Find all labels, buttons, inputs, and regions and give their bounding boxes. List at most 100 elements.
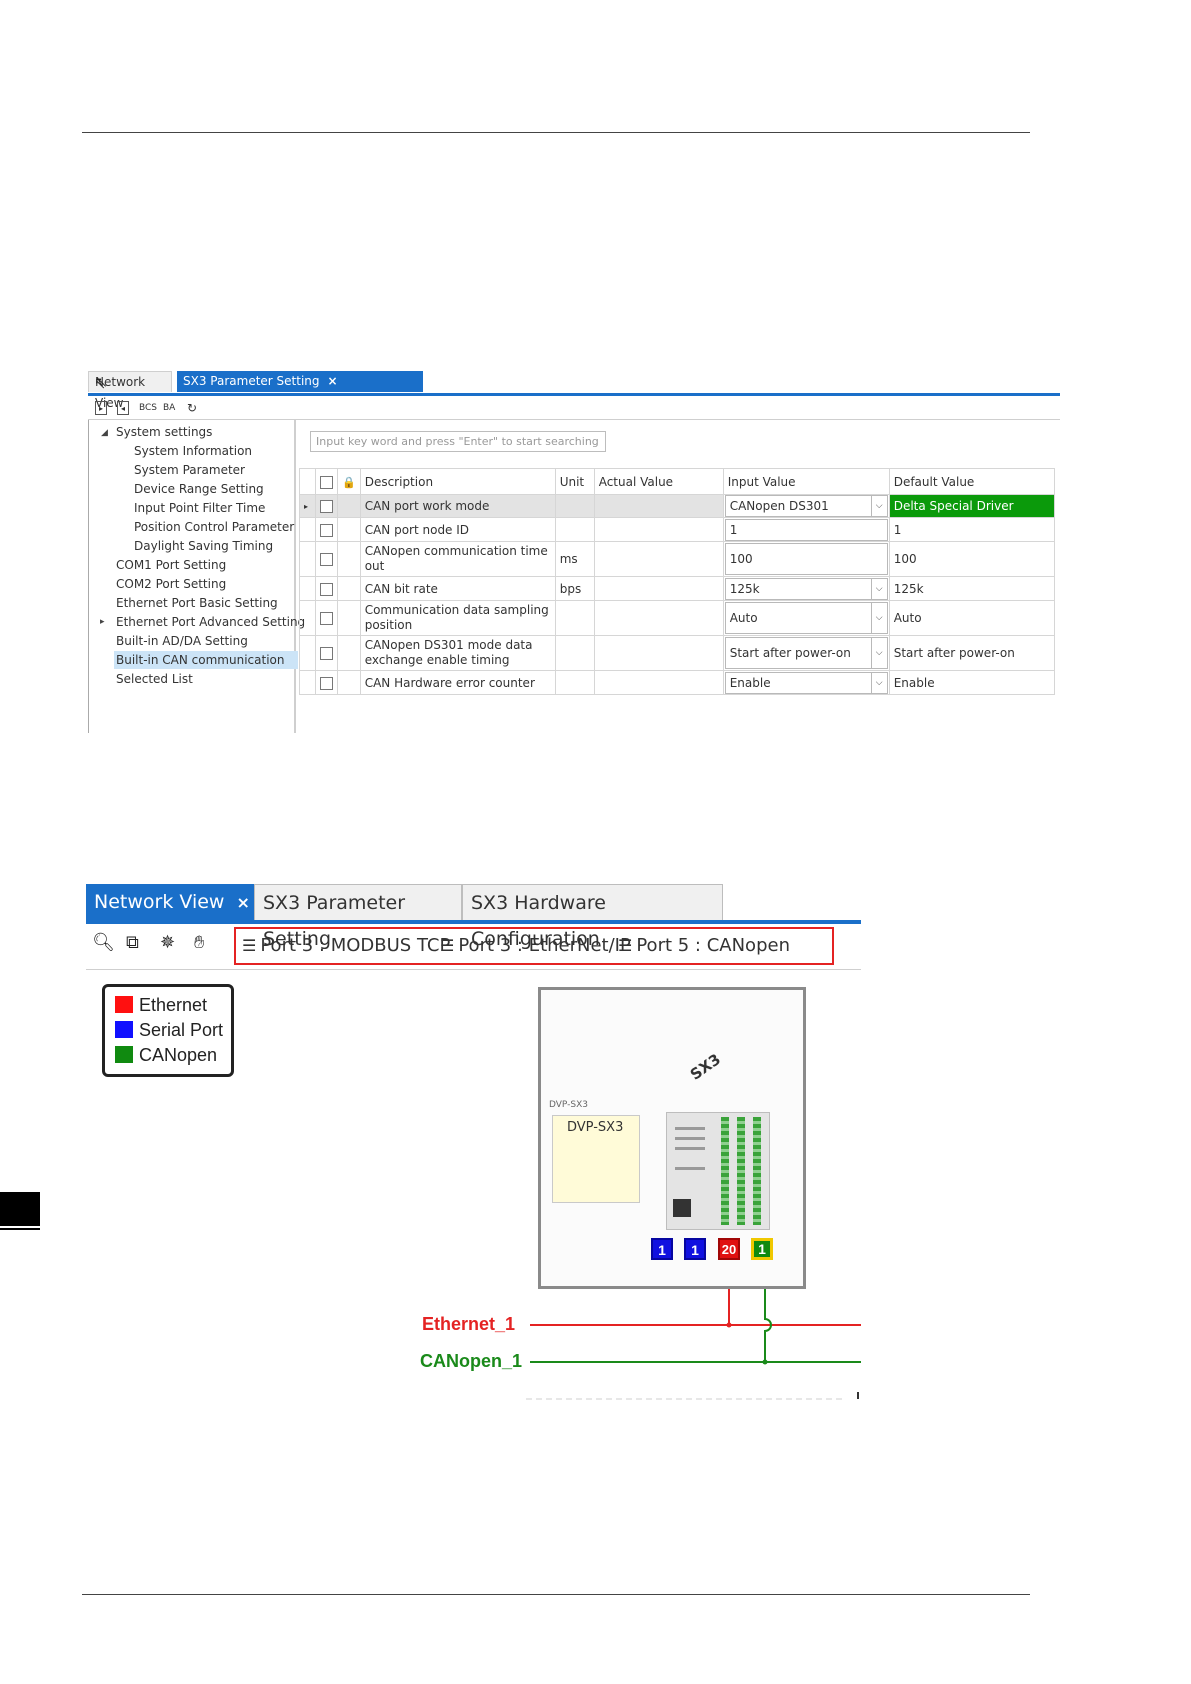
header-rule bbox=[82, 132, 1030, 133]
lock-cell bbox=[337, 670, 361, 695]
input-value-field[interactable]: 100 bbox=[724, 543, 888, 575]
tab-bar: Network View SX3 Parameter Setting × ⇖ bbox=[88, 371, 1060, 410]
parameter-table: 🔒 Description Unit Actual Value Input Va… bbox=[299, 468, 1055, 695]
cell-actual bbox=[593, 494, 724, 518]
input-value-select[interactable]: 125k ⌵ bbox=[724, 577, 888, 600]
tree-node-com1-port-setting[interactable]: COM1 Port Setting bbox=[116, 556, 226, 574]
tree-node-com2-port-setting[interactable]: COM2 Port Setting bbox=[116, 575, 226, 593]
ba-icon[interactable]: BA bbox=[163, 401, 175, 415]
tree-node-ethernet-basic[interactable]: Ethernet Port Basic Setting bbox=[116, 594, 278, 612]
row-selector-icon: ▸ bbox=[299, 494, 316, 518]
tree-node-ethernet-advanced[interactable]: Ethernet Port Advanced Setting bbox=[116, 613, 305, 631]
tree-node-position-control-parameter[interactable]: Position Control Parameter bbox=[134, 518, 294, 536]
table-row[interactable]: CANopen communication time out ms 100 10… bbox=[299, 541, 1055, 577]
page-side-tab-line bbox=[0, 1228, 40, 1230]
cell-actual bbox=[593, 517, 724, 542]
cell-default: Enable bbox=[888, 670, 1055, 695]
cell-description: CAN port work mode bbox=[359, 494, 556, 518]
row-marker bbox=[299, 541, 316, 577]
tree-node-system-information[interactable]: System Information bbox=[134, 442, 252, 460]
network-label-canopen[interactable]: CANopen_1 bbox=[420, 1351, 522, 1372]
table-row[interactable]: ▸ CAN port work mode CANopen DS301 ⌵ Delt… bbox=[299, 494, 1055, 518]
expand-arrow-icon[interactable]: ▸ bbox=[100, 617, 105, 627]
chevron-down-icon[interactable]: ⌵ bbox=[870, 638, 887, 668]
row-checkbox[interactable] bbox=[320, 553, 333, 566]
collapse-arrow-icon[interactable]: ◢ bbox=[101, 428, 108, 438]
lock-cell bbox=[337, 576, 361, 601]
tree-node-can-communication[interactable]: Built-in CAN communication bbox=[114, 651, 299, 669]
tree-node-input-point-filter-time[interactable]: Input Point Filter Time bbox=[134, 499, 265, 517]
module-label: DVP-SX3 bbox=[567, 1120, 624, 1135]
row-marker bbox=[299, 635, 316, 671]
tree-node-ad-da-setting[interactable]: Built-in AD/DA Setting bbox=[116, 632, 248, 650]
tree-node-system-parameter[interactable]: System Parameter bbox=[134, 461, 245, 479]
cell-description: CAN Hardware error counter bbox=[359, 670, 556, 695]
row-checkbox[interactable] bbox=[320, 612, 333, 625]
plc-terminal-strip bbox=[721, 1117, 729, 1225]
cell-description: CAN port node ID bbox=[359, 517, 556, 542]
lock-header: 🔒 bbox=[337, 468, 361, 495]
cell-actual bbox=[593, 670, 724, 695]
row-marker bbox=[299, 600, 316, 636]
plc-terminal-strip bbox=[753, 1117, 761, 1225]
cell-unit: ms bbox=[554, 541, 595, 577]
table-row[interactable]: CAN port node ID 1 1 bbox=[299, 517, 1055, 542]
input-value-text: Start after power-on bbox=[729, 646, 851, 660]
tab-sx3-parameter-setting[interactable]: SX3 Parameter Setting × bbox=[177, 371, 423, 392]
plc-detail bbox=[675, 1167, 705, 1170]
cell-unit bbox=[554, 517, 595, 542]
port-badge-serial-2[interactable]: 1 bbox=[684, 1238, 706, 1260]
plc-detail bbox=[675, 1147, 705, 1150]
cell-description: CAN bit rate bbox=[359, 576, 556, 601]
row-checkbox[interactable] bbox=[320, 500, 333, 513]
row-checkbox[interactable] bbox=[320, 676, 333, 690]
bcs-icon[interactable]: BCS bbox=[139, 401, 157, 415]
chevron-down-icon[interactable]: ⌵ bbox=[870, 496, 887, 516]
port-badge-ethernet[interactable]: 20 bbox=[718, 1238, 740, 1260]
lock-cell bbox=[337, 541, 361, 577]
input-value-select[interactable]: Auto ⌵ bbox=[724, 602, 888, 634]
checkbox-cell bbox=[315, 600, 338, 636]
row-checkbox[interactable] bbox=[320, 523, 333, 537]
cell-input: CANopen DS301 ⌵ bbox=[722, 494, 890, 518]
tree-node-selected-list[interactable]: Selected List bbox=[116, 670, 193, 688]
close-icon[interactable]: × bbox=[328, 374, 338, 388]
input-value-field[interactable]: 1 bbox=[724, 518, 888, 541]
sx3-device-node[interactable]: SX3 DVP-SX3 DVP-SX3 1 1 20 1 bbox=[538, 987, 806, 1289]
chevron-down-icon[interactable]: ⌵ bbox=[870, 578, 887, 599]
tree-node-device-range-setting[interactable]: Device Range Setting bbox=[134, 480, 264, 498]
input-value-text: Auto bbox=[729, 611, 758, 625]
ethernet-junction bbox=[726, 1322, 732, 1328]
refresh-icon[interactable]: ↻ bbox=[187, 401, 197, 415]
select-all-checkbox[interactable] bbox=[320, 475, 333, 489]
row-marker-header bbox=[299, 468, 316, 495]
port-badge-canopen[interactable]: 1 bbox=[751, 1238, 773, 1260]
table-row[interactable]: CAN Hardware error counter Enable ⌵ Enabl… bbox=[299, 670, 1055, 695]
table-row[interactable]: Communication data sampling position Aut… bbox=[299, 600, 1055, 636]
import-icon[interactable]: ▸ bbox=[95, 401, 107, 415]
lock-cell bbox=[337, 494, 361, 518]
chevron-down-icon[interactable]: ⌵ bbox=[870, 603, 887, 633]
table-row[interactable]: CANopen DS301 mode data exchange enable … bbox=[299, 635, 1055, 671]
lock-cell bbox=[337, 600, 361, 636]
input-value-select[interactable]: Enable ⌵ bbox=[724, 671, 888, 694]
network-label-ethernet[interactable]: Ethernet_1 bbox=[422, 1314, 515, 1335]
cell-unit bbox=[554, 670, 595, 695]
port-badge-serial-1[interactable]: 1 bbox=[651, 1238, 673, 1260]
cell-default: 100 bbox=[888, 541, 1055, 577]
tree-node-system-settings[interactable]: System settings bbox=[116, 423, 212, 441]
canopen-junction bbox=[762, 1359, 768, 1365]
checkbox-cell bbox=[315, 576, 338, 601]
search-input[interactable]: Input key word and press "Enter" to star… bbox=[310, 431, 606, 452]
table-row[interactable]: CAN bit rate bps 125k ⌵ 125k bbox=[299, 576, 1055, 601]
tree-node-daylight-saving-timing[interactable]: Daylight Saving Timing bbox=[134, 537, 273, 555]
input-value-select[interactable]: Start after power-on ⌵ bbox=[724, 637, 888, 669]
input-value-text: CANopen DS301 bbox=[729, 499, 829, 513]
module-slot[interactable]: DVP-SX3 bbox=[552, 1115, 640, 1203]
export-icon[interactable]: ◂ bbox=[117, 401, 129, 415]
chevron-down-icon[interactable]: ⌵ bbox=[870, 672, 887, 693]
row-checkbox[interactable] bbox=[320, 647, 333, 660]
row-marker bbox=[299, 670, 316, 695]
input-value-select[interactable]: CANopen DS301 ⌵ bbox=[724, 495, 888, 517]
row-checkbox[interactable] bbox=[320, 582, 333, 596]
